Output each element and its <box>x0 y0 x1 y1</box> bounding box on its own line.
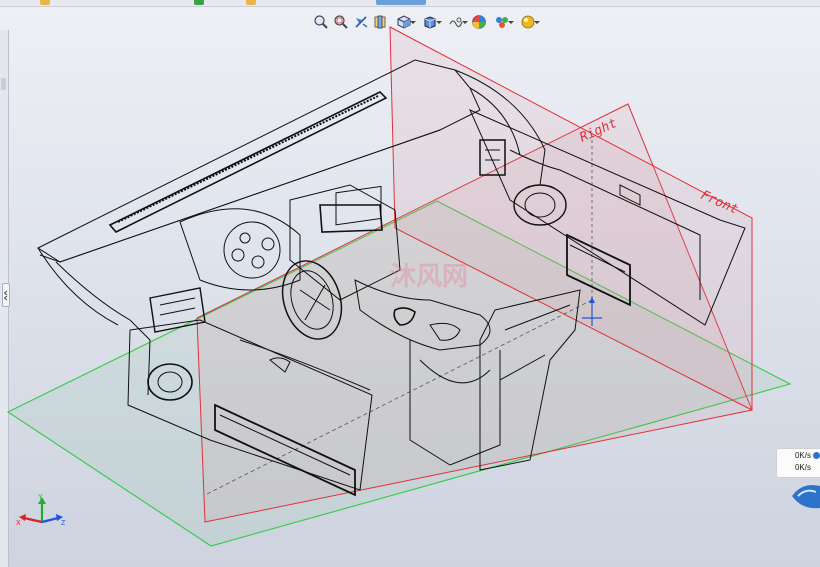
heads-up-view-toolbar <box>312 11 540 33</box>
triad-z-label: Z <box>61 520 66 527</box>
chevron-down-icon <box>508 21 514 24</box>
upload-speed: 0K/s <box>794 451 811 460</box>
apply-scene-button[interactable] <box>490 12 514 32</box>
section-view-icon <box>374 15 386 29</box>
previous-view-button[interactable] <box>352 12 370 32</box>
network-speed-widget[interactable]: 0K/s 0K/s <box>776 448 820 478</box>
section-view-button[interactable] <box>372 12 390 32</box>
model-viewport[interactable]: Right Front 沐风网 <box>0 0 820 567</box>
network-status-icon <box>813 452 820 459</box>
reference-triad[interactable]: Y X Z <box>14 494 70 534</box>
view-settings-button[interactable] <box>516 12 540 32</box>
triad-y-label: Y <box>38 494 43 501</box>
download-speed: 0K/s <box>794 463 811 472</box>
watermark-text: 沐风网 <box>390 262 468 292</box>
chevron-down-icon <box>462 21 468 24</box>
zoom-to-area-button[interactable] <box>332 12 350 32</box>
view-orientation-button[interactable] <box>392 12 416 32</box>
display-style-button[interactable] <box>418 12 442 32</box>
floating-assistant-icon[interactable] <box>790 478 820 510</box>
previous-view-icon <box>355 16 368 28</box>
triad-x-label: X <box>16 520 21 527</box>
chevron-down-icon <box>534 21 540 24</box>
hide-show-items-button[interactable] <box>444 12 468 32</box>
zoom-to-fit-button[interactable] <box>312 12 330 32</box>
edit-appearance-button[interactable] <box>470 12 488 32</box>
zoom-to-fit-icon <box>314 15 328 29</box>
zoom-to-area-icon <box>334 15 348 29</box>
chevron-down-icon <box>436 21 442 24</box>
chevron-down-icon <box>410 21 416 24</box>
edit-appearance-icon <box>472 15 486 29</box>
